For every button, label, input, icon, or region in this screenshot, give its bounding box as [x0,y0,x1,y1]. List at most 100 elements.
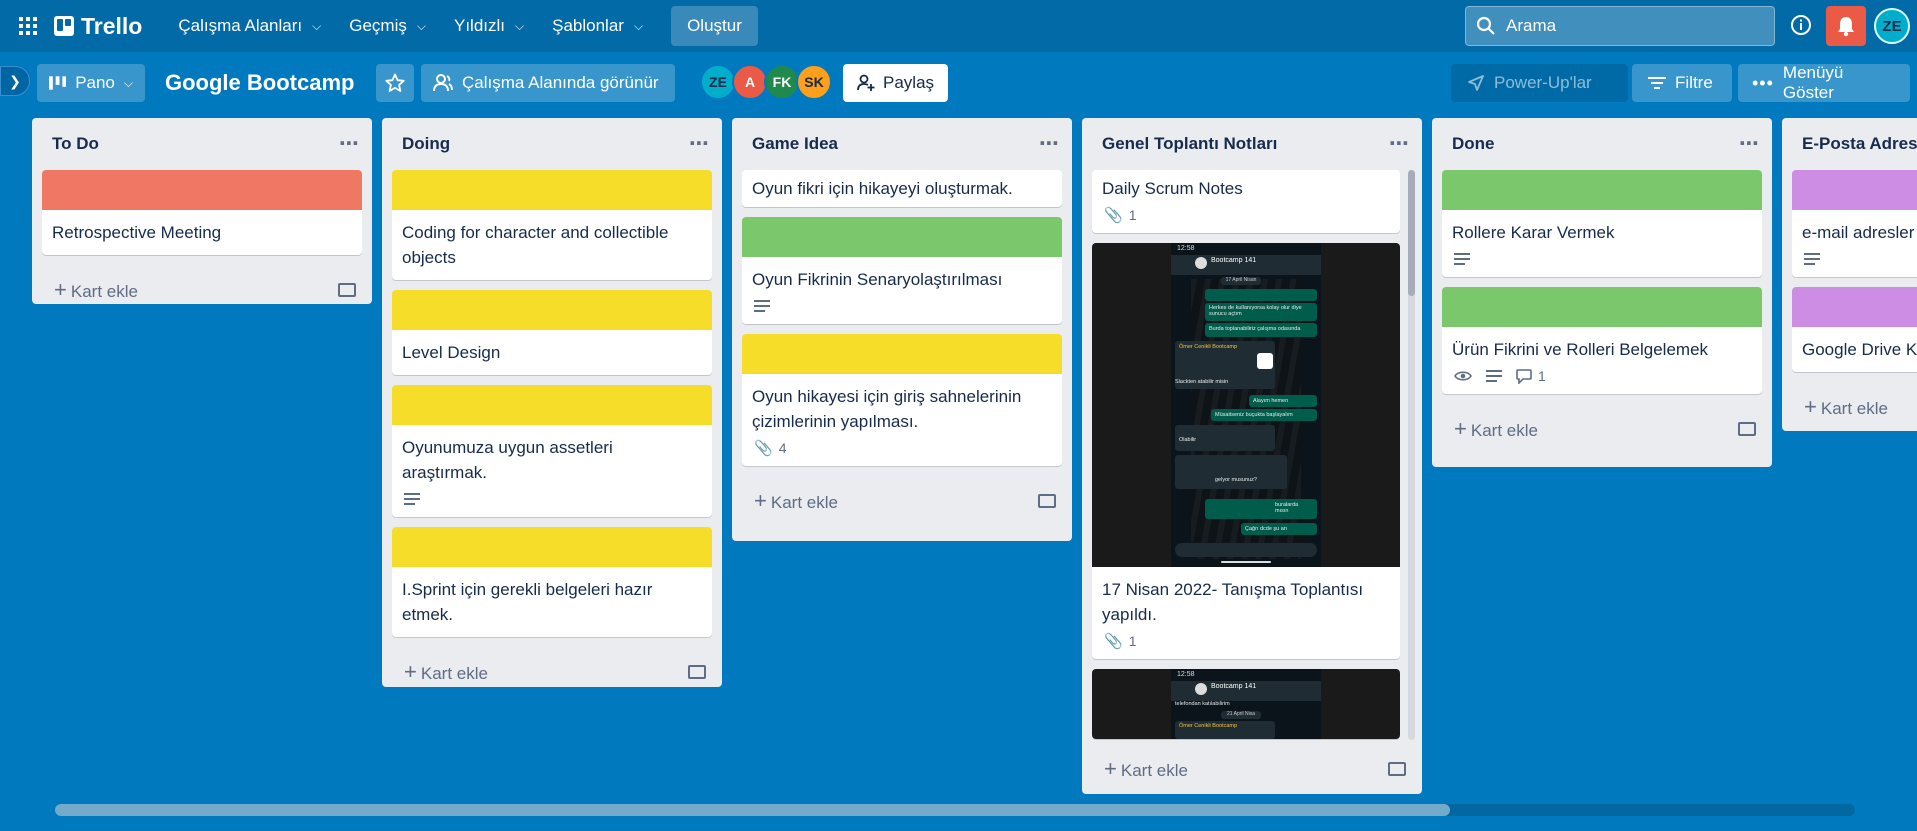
file-preview-icon [1257,353,1273,369]
member-avatar[interactable]: FK [764,64,800,100]
chat-name: Bootcamp 141 [1211,683,1257,690]
list-title[interactable]: E-Posta Adresl [1802,134,1917,154]
card-template-icon[interactable] [338,283,356,297]
add-card-button[interactable]: + Kart ekle [732,476,1072,526]
list-title[interactable]: Doing [402,134,450,154]
member-initials: SK [804,74,824,90]
card-template-icon[interactable] [1738,422,1756,436]
card[interactable]: 12:58 Bootcamp 141 17 April Nisan Herkes… [1092,243,1400,659]
chat-screenshot: 12:58 Bootcamp 141 telefondan katılabili… [1171,669,1321,739]
notifications-bell-icon[interactable] [1826,6,1866,46]
card[interactable]: Oyun hikayesi için giriş sahnelerinin çi… [742,334,1062,466]
filter-button[interactable]: Filtre [1632,64,1732,102]
create-button[interactable]: Oluştur [671,6,758,46]
card[interactable]: 12:58 Bootcamp 141 telefondan katılabili… [1092,669,1400,739]
list-title[interactable]: To Do [52,134,99,154]
power-ups-button[interactable]: Power-Up'lar [1451,64,1628,102]
nav-templates-label: Şablonlar [552,16,624,35]
add-member-icon [857,74,875,91]
plus-icon: + [1454,415,1467,441]
show-menu-label: Menüyü Göster [1782,63,1844,102]
visibility-button[interactable]: Çalışma Alanında görünür [421,64,675,102]
members-icon [433,74,453,92]
member-avatar[interactable]: ZE [700,64,736,100]
card-template-icon[interactable] [1388,762,1406,776]
card[interactable]: Retrospective Meeting [42,170,362,255]
add-card-label: Kart ekle [70,281,138,301]
add-card-button[interactable]: + Kart ekle [1432,404,1772,454]
card[interactable]: Oyun Fikrinin Senaryolaştırılması [742,217,1062,324]
member-initials: A [744,74,756,90]
add-card-label: Kart ekle [1820,398,1888,418]
attachment-badge: 📎 1 [1104,632,1136,650]
plus-icon: + [1104,755,1117,781]
show-menu-button[interactable]: ••• Menüyü Göster [1738,63,1910,102]
comment-badge: 1 [1516,368,1546,384]
chat-name: Bootcamp 141 [1211,257,1257,264]
list-menu-icon[interactable]: ⋯ [339,134,360,154]
nav-starred[interactable]: Yıldızlı ⌵ [440,6,538,46]
board-view-icon [49,76,67,90]
card-cover [1442,287,1762,327]
card-title: I.Sprint için gerekli belgeleri hazır et… [402,580,653,624]
nav-workspaces[interactable]: Çalışma Alanları ⌵ [164,6,335,46]
board-title[interactable]: Google Bootcamp [165,70,354,96]
filter-icon [1648,77,1666,89]
chevron-down-icon: ⌵ [312,18,322,33]
card-cover [742,334,1062,374]
card-template-icon[interactable] [1038,494,1056,508]
attachment-count: 1 [1128,633,1137,649]
card[interactable]: Oyun fikri için hikayeyi oluşturmak. [742,170,1062,207]
list-menu-icon[interactable]: ⋯ [1389,134,1410,154]
card[interactable]: Google Drive K [1792,287,1917,372]
card-image-phone-screenshot: 12:58 Bootcamp 141 17 April Nisan Herkes… [1092,243,1400,567]
add-card-button[interactable]: + Kart ekle [1782,382,1917,431]
search-input[interactable]: Arama [1465,6,1775,46]
member-avatar[interactable]: A [732,64,768,100]
member-avatar[interactable]: SK [796,64,832,100]
info-icon[interactable] [1788,12,1814,38]
list-title[interactable]: Genel Toplantı Notları [1102,134,1277,154]
card[interactable]: Daily Scrum Notes 📎 1 [1092,170,1400,233]
card[interactable]: Ürün Fikrini ve Rolleri Belgelemek 1 [1442,287,1762,394]
card[interactable]: I.Sprint için gerekli belgeleri hazır et… [392,527,712,637]
user-avatar[interactable]: ZE [1874,8,1910,44]
card[interactable]: e-mail adresler [1792,170,1917,277]
list-menu-icon[interactable]: ⋯ [1039,134,1060,154]
nav-starred-label: Yıldızlı [453,16,506,35]
star-board-button[interactable] [376,64,414,102]
nav-templates[interactable]: Şablonlar ⌵ [538,6,657,46]
card[interactable]: Coding for character and collectible obj… [392,170,712,280]
sidebar-toggle-button[interactable]: ❯ [0,66,30,96]
card-cover [392,170,712,210]
list-e-posta-adresleri: E-Posta Adresl e-mail adresler Google Dr… [1782,118,1917,431]
chat-avatar [1195,257,1207,269]
list-menu-icon[interactable]: ⋯ [1739,134,1760,154]
nav-recent[interactable]: Geçmiş ⌵ [335,6,440,46]
chevron-down-icon: ⌵ [123,75,133,90]
add-card-label: Kart ekle [1470,420,1538,440]
add-card-button[interactable]: + Kart ekle [32,265,372,315]
list-menu-icon[interactable]: ⋯ [689,134,710,154]
chat-sender: Ömer Cenikli Bootcamp [1175,721,1275,739]
card[interactable]: Rollere Karar Vermek [1442,170,1762,277]
list-scrollbar-thumb[interactable] [1408,170,1415,296]
trello-logo[interactable]: Trello [54,13,142,40]
board-view-label: Pano [75,73,115,92]
search-placeholder: Arama [1506,16,1557,35]
board-scrollbar-thumb[interactable] [55,804,1450,816]
card-cover [1792,170,1917,210]
card[interactable]: Oyunumuza uygun assetleri araştırmak. [392,385,712,517]
add-card-button[interactable]: + Kart ekle [1082,744,1422,794]
card[interactable]: Level Design [392,290,712,375]
board-view-switcher[interactable]: Pano ⌵ [37,64,145,102]
card-template-icon[interactable] [688,665,706,679]
share-button[interactable]: Paylaş [843,64,949,102]
list-title[interactable]: Done [1452,134,1495,154]
card-title: Ürün Fikrini ve Rolleri Belgelemek [1452,340,1709,359]
app-switcher-icon[interactable] [14,12,42,40]
list-title[interactable]: Game Idea [752,134,838,154]
add-card-button[interactable]: + Kart ekle [382,647,722,697]
chat-sender: Ömer Cenikli Bootcamp [1179,344,1238,350]
star-icon [385,73,405,92]
